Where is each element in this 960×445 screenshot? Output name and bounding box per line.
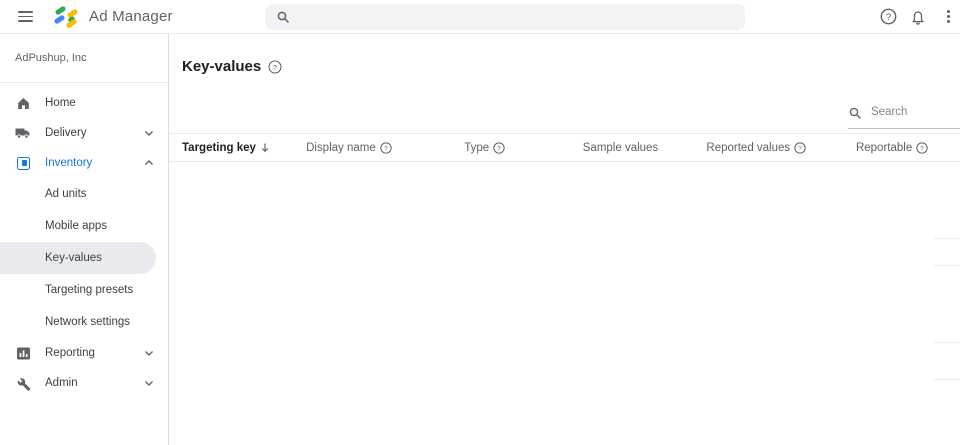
table-search-input[interactable] <box>871 106 941 118</box>
more-options-kebab-icon[interactable] <box>938 7 958 27</box>
svg-text:?: ? <box>885 12 890 23</box>
main-content: Key-values ? Targeting key <box>169 34 960 445</box>
page-title-row: Key-values ? <box>182 58 282 75</box>
chevron-down-icon <box>144 128 154 138</box>
sidebar-item-targeting-presets[interactable]: Targeting presets <box>0 274 168 306</box>
notifications-bell-icon[interactable] <box>908 7 928 27</box>
global-search-input[interactable] <box>298 10 745 24</box>
help-icon[interactable]: ? <box>268 60 282 74</box>
sidebar-item-label: Delivery <box>45 127 87 139</box>
svg-text:?: ? <box>273 62 277 71</box>
column-header-targeting-key[interactable]: Targeting key <box>169 142 281 154</box>
product-name: Ad Manager <box>89 8 173 25</box>
svg-text:?: ? <box>920 145 924 152</box>
sidebar-item-label: Inventory <box>45 157 92 169</box>
help-icon[interactable]: ? <box>493 142 505 154</box>
search-icon <box>276 10 290 24</box>
svg-text:?: ? <box>497 145 501 152</box>
sidebar-item-home[interactable]: Home <box>0 88 168 118</box>
sidebar-item-mobile-apps[interactable]: Mobile apps <box>0 210 168 242</box>
home-icon <box>15 95 31 111</box>
svg-text:?: ? <box>798 145 802 152</box>
row-separator-fragment <box>934 342 960 343</box>
row-separator-fragment <box>934 265 960 266</box>
chevron-down-icon <box>144 378 154 388</box>
sidebar-item-reporting[interactable]: Reporting <box>0 338 168 368</box>
help-icon[interactable]: ? <box>380 142 392 154</box>
page-title: Key-values <box>182 58 261 75</box>
table-body-empty <box>169 162 960 445</box>
global-search[interactable] <box>265 4 745 30</box>
column-header-display-name[interactable]: Display name ? <box>281 142 417 154</box>
help-icon[interactable]: ? <box>878 7 898 27</box>
chevron-down-icon <box>144 348 154 358</box>
sidebar-item-admin[interactable]: Admin <box>0 368 168 398</box>
admin-wrench-icon <box>15 375 31 391</box>
column-header-reportable[interactable]: Reportable ? <box>824 142 960 154</box>
help-icon[interactable]: ? <box>794 142 806 154</box>
sidebar: AdPushup, Inc Home <box>0 34 169 445</box>
sidebar-item-label: Reporting <box>45 347 95 359</box>
sidebar-item-network-settings[interactable]: Network settings <box>0 306 168 338</box>
reporting-chart-icon <box>15 345 31 361</box>
table-search[interactable] <box>848 106 960 129</box>
sidebar-item-delivery[interactable]: Delivery <box>0 118 168 148</box>
help-icon[interactable]: ? <box>916 142 928 154</box>
sidebar-nav: Home Delivery <box>0 83 168 398</box>
column-header-sample-values[interactable]: Sample values <box>553 142 689 154</box>
topbar: Ad Manager ? <box>0 0 960 34</box>
topbar-actions: ? <box>878 7 960 27</box>
chevron-up-icon <box>144 158 154 168</box>
sidebar-item-label: Home <box>45 97 76 109</box>
inventory-icon <box>15 155 31 171</box>
delivery-truck-icon <box>15 125 31 141</box>
row-separator-fragment <box>934 238 960 239</box>
sidebar-item-key-values[interactable]: Key-values <box>0 242 156 274</box>
search-icon <box>848 106 862 120</box>
table-header: Targeting key Display name ? Type <box>169 133 960 162</box>
ad-manager-app: Ad Manager ? <box>0 0 960 445</box>
row-separator-fragment <box>934 379 960 380</box>
column-header-type[interactable]: Type ? <box>417 142 553 154</box>
sidebar-item-ad-units[interactable]: Ad units <box>0 178 168 210</box>
ad-manager-logo-icon <box>54 4 80 30</box>
column-header-reported-values[interactable]: Reported values ? <box>688 142 824 154</box>
menu-icon[interactable] <box>18 11 33 22</box>
sort-descending-arrow-icon <box>260 142 270 153</box>
sidebar-item-label: Admin <box>45 377 78 389</box>
svg-text:?: ? <box>384 145 388 152</box>
sidebar-item-inventory[interactable]: Inventory <box>0 148 168 178</box>
network-name: AdPushup, Inc <box>0 34 168 83</box>
